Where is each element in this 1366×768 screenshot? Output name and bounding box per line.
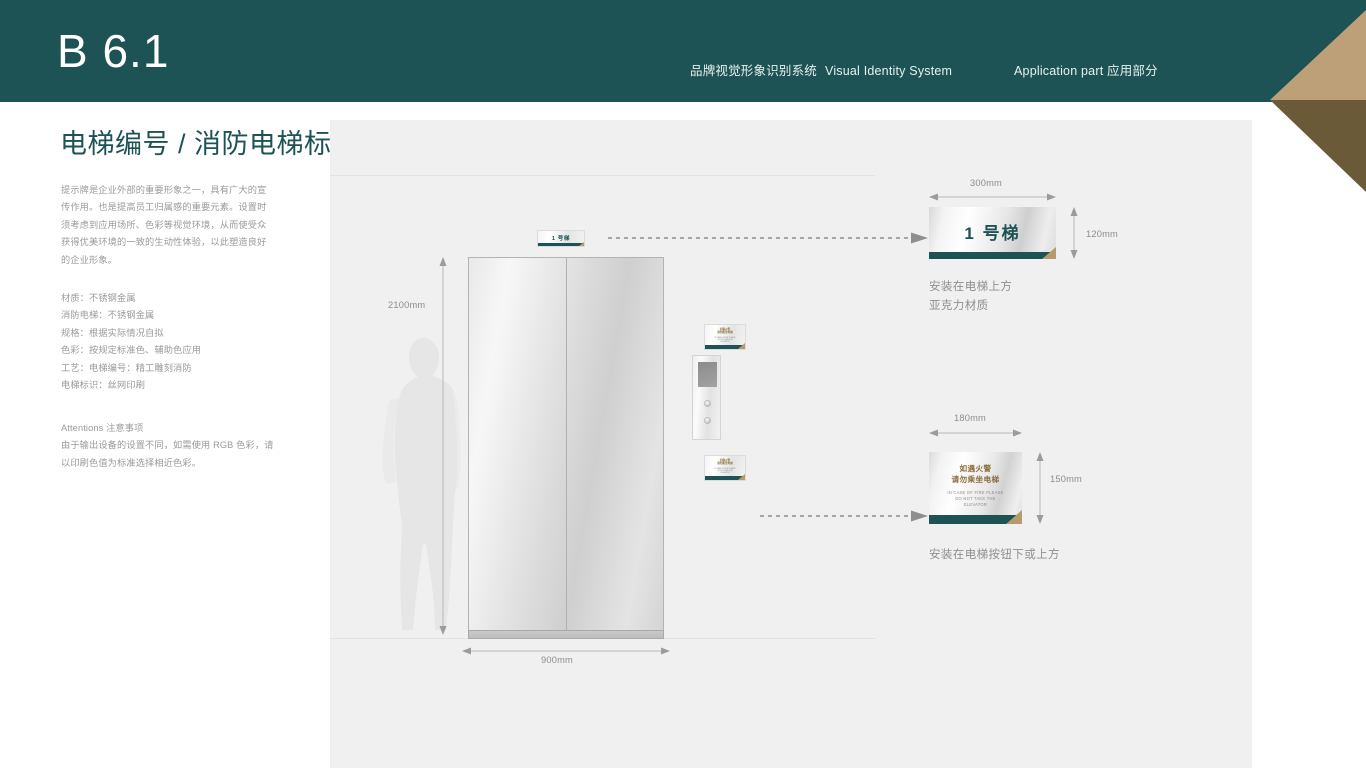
door-number-sign: 1 号梯 <box>537 230 585 247</box>
fire-warning-sign: 如遇火警 请勿乘坐电梯 IN CASE OF FIRE PLEASE DO NO… <box>929 452 1022 524</box>
corner-chevron-decoration <box>1230 0 1366 192</box>
sign1-caption: 安装在电梯上方 亚克力材质 <box>929 278 1012 316</box>
wall-fire-sign-lower-corner <box>738 474 745 480</box>
spec-item: 色彩：按规定标准色、辅助色应用 <box>61 345 202 356</box>
description-text: 提示牌是企业外部的重要形象之一，具有广大的宣传作用。也是提高员工归属感的重要元素… <box>61 185 267 265</box>
elevator-number-sign: 1 号梯 <box>929 207 1056 259</box>
sign1-width-label: 300mm <box>970 178 1003 188</box>
call-button-down[interactable] <box>704 417 711 424</box>
fire-cn-line2: 请勿乘坐电梯 <box>951 475 1000 484</box>
spec-item: 工艺：电梯编号：精工雕刻消防 <box>61 362 192 373</box>
width-dimension-label: 900mm <box>541 655 574 665</box>
spec-item: 材质：不锈钢金属 <box>61 293 136 303</box>
sign2-width-label: 180mm <box>954 413 987 423</box>
fire-warning-sign-cn: 如遇火警 请勿乘坐电梯 <box>929 463 1022 485</box>
fire-warning-sign-corner <box>1006 510 1022 524</box>
page-header: B 6.1 品牌视觉形象识别系统 Visual Identity System A… <box>0 0 1366 102</box>
header-system-name: 品牌视觉形象识别系统 Visual Identity System <box>690 60 952 79</box>
elevator-control-panel <box>692 355 721 440</box>
fire-en-line1: IN CASE OF FIRE PLEASE <box>947 490 1004 495</box>
guide-line-top <box>330 175 875 176</box>
wall-fire-sign-lower-cn: 如遇火警 请勿乘坐电梯 <box>717 459 733 466</box>
attentions-block: Attentions 注意事项 由于输出设备的设置不同，如需使用 RGB 色彩，… <box>61 420 276 472</box>
chevron-gold-dark-shape <box>1270 100 1366 192</box>
wall-fire-sign-upper-cn: 如遇火警 请勿乘坐电梯 <box>717 328 733 335</box>
spec-list: 材质：不锈钢金属 消防电梯：不锈钢金属 规格：根据实际情况自拟 色彩：按规定标准… <box>61 290 291 394</box>
sign2-caption: 安装在电梯按钮下或上方 <box>929 549 1060 561</box>
control-panel-display <box>698 362 717 387</box>
spec-item: 消防电梯：不锈钢金属 <box>61 310 155 321</box>
elevator-doors <box>468 257 664 638</box>
door-number-sign-text: 1 号梯 <box>551 236 571 242</box>
header-system-name-en: Visual Identity System <box>825 64 953 78</box>
fire-en-line2: DO NOT TAKE THE <box>955 496 996 502</box>
wall-fire-sign-lower: 如遇火警 请勿乘坐电梯 IN CASE OF FIRE PLEASE DO NOT … <box>704 455 746 481</box>
fire-cn-line1: 如遇火警 <box>959 464 992 473</box>
call-button-up[interactable] <box>704 400 711 407</box>
sign1-caption-line2: 亚克力材质 <box>929 300 989 312</box>
sign1-height-label: 120mm <box>1086 229 1119 239</box>
elevator-number-sign-text: 1 号梯 <box>964 224 1021 243</box>
spec-item: 规格：根据实际情况自拟 <box>61 327 164 338</box>
sign2-height-dimension-arrow <box>1036 452 1044 524</box>
content-panel: 1 号梯 如遇火警 请勿乘坐电梯 IN CASE OF FIRE PLEASE DO… <box>330 120 1252 768</box>
elevator-number-sign-corner <box>1042 247 1056 259</box>
callout-arrow-bottom <box>760 510 928 522</box>
door-number-sign-bar <box>538 243 584 246</box>
fire-en-line3: ELEVATOR <box>963 502 988 508</box>
sign2-width-dimension-arrow <box>929 429 1022 437</box>
header-section-name: Application part 应用部分 <box>1014 64 1158 78</box>
wall-fire-sign-upper-corner <box>738 343 745 349</box>
height-dimension-arrow <box>439 257 447 635</box>
elevator-sill <box>468 630 664 639</box>
page-code: B 6.1 <box>57 25 170 77</box>
sign2-height-label: 150mm <box>1050 474 1083 484</box>
elevator-door-split <box>566 258 567 637</box>
elevator-number-sign-bar <box>929 252 1056 259</box>
attentions-body: 由于输出设备的设置不同，如需使用 RGB 色彩，请以印刷色值为标准选择相近色彩。 <box>61 440 274 468</box>
callout-arrow-top <box>608 232 928 244</box>
spec-item: 电梯标识：丝网印刷 <box>61 380 146 391</box>
header-system-name-cn: 品牌视觉形象识别系统 <box>690 64 818 78</box>
wall-fire-sign-upper: 如遇火警 请勿乘坐电梯 IN CASE OF FIRE PLEASE DO NOT … <box>704 324 746 350</box>
page-title: 电梯编号 / 消防电梯标识 <box>60 129 360 159</box>
sign1-height-dimension-arrow <box>1070 207 1078 259</box>
sign1-width-dimension-arrow <box>929 193 1056 201</box>
fire-warning-sign-en: IN CASE OF FIRE PLEASE DO NOT TAKE THE E… <box>929 490 1022 509</box>
height-dimension-label: 2100mm <box>388 300 426 310</box>
sign1-caption-line1: 安装在电梯上方 <box>929 281 1013 293</box>
door-number-sign-corner <box>579 242 584 246</box>
attentions-title: Attentions 注意事项 <box>61 423 144 433</box>
